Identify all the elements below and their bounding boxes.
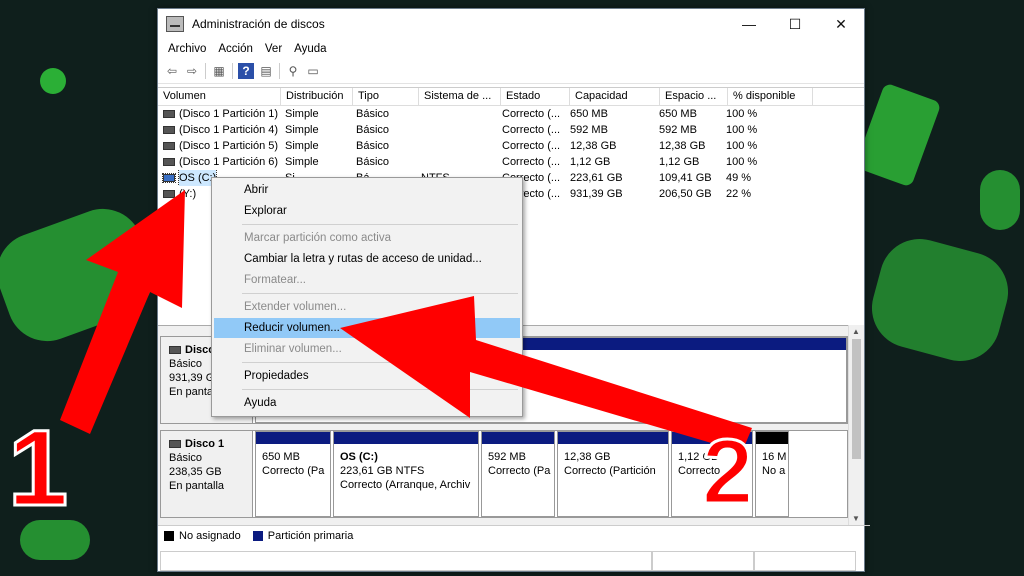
annotation-number-1: 1 — [8, 407, 68, 528]
arrow-1 — [60, 190, 185, 434]
annotation-number-2: 2 — [702, 421, 753, 523]
annotation-overlay: 1 2 — [7, 190, 755, 530]
arrow-2 — [340, 296, 752, 452]
